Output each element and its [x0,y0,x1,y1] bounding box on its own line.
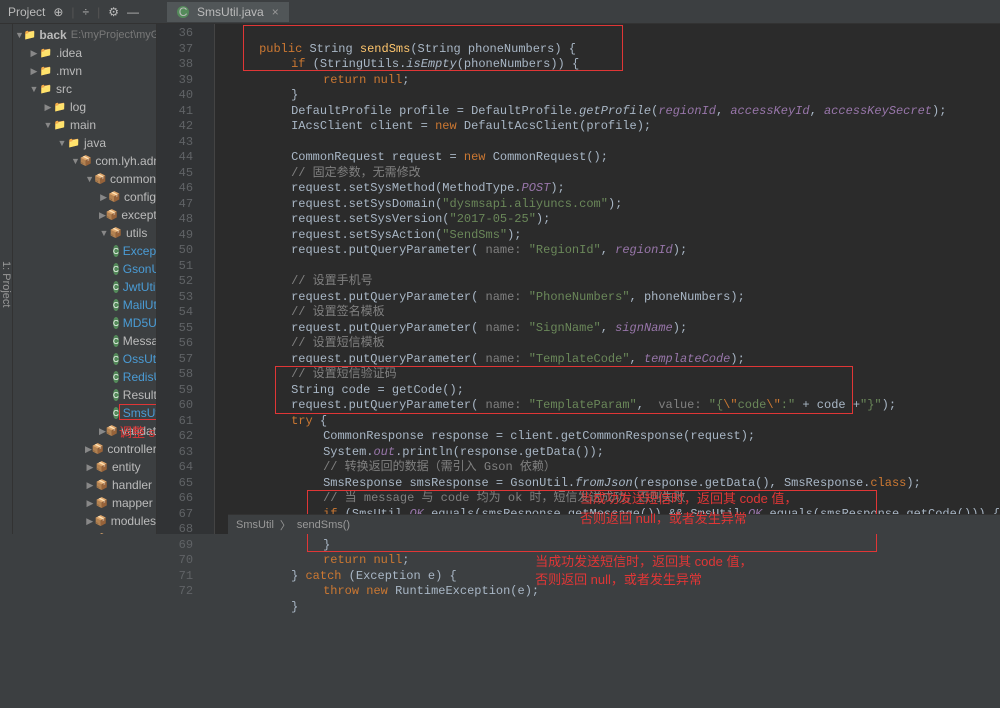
class-icon: C [177,6,189,18]
annotation-r2: 否则返回 null，或者发生异常 [535,572,702,588]
collapse-icon[interactable]: ÷ [83,5,90,19]
annotation-r2b: 否则返回 null，或者发生异常 [580,508,747,527]
code-area[interactable]: public String sendSms(String phoneNumber… [215,24,1000,534]
project-tree[interactable]: ▼📁backE:\myProject\myGit\admin-vue-tem ▶… [13,24,157,534]
project-label[interactable]: Project [8,5,45,19]
line-gutter: 3637383940414243444546474849505152535455… [157,24,201,534]
annotation-r1b: 当成功发送短信时，返回其 code 值， [580,488,797,507]
annotation-left: 调整 sms 工具类 [119,422,157,441]
fold-column[interactable] [201,24,215,534]
target-icon[interactable]: ⊕ [53,5,63,19]
close-icon[interactable]: × [272,5,279,19]
annotation-r1: 当成功发送短信时，返回其 code 值， [535,554,752,570]
code-editor[interactable]: 3637383940414243444546474849505152535455… [157,24,1000,534]
hide-icon[interactable]: — [127,5,139,19]
left-gutter-bar[interactable]: 1: Project [0,24,13,534]
gear-icon[interactable]: ⚙ [108,5,119,19]
top-toolbar: Project ⊕ | ÷ | ⚙ — C SmsUtil.java × [0,0,1000,24]
editor-tab[interactable]: C SmsUtil.java × [167,2,289,22]
